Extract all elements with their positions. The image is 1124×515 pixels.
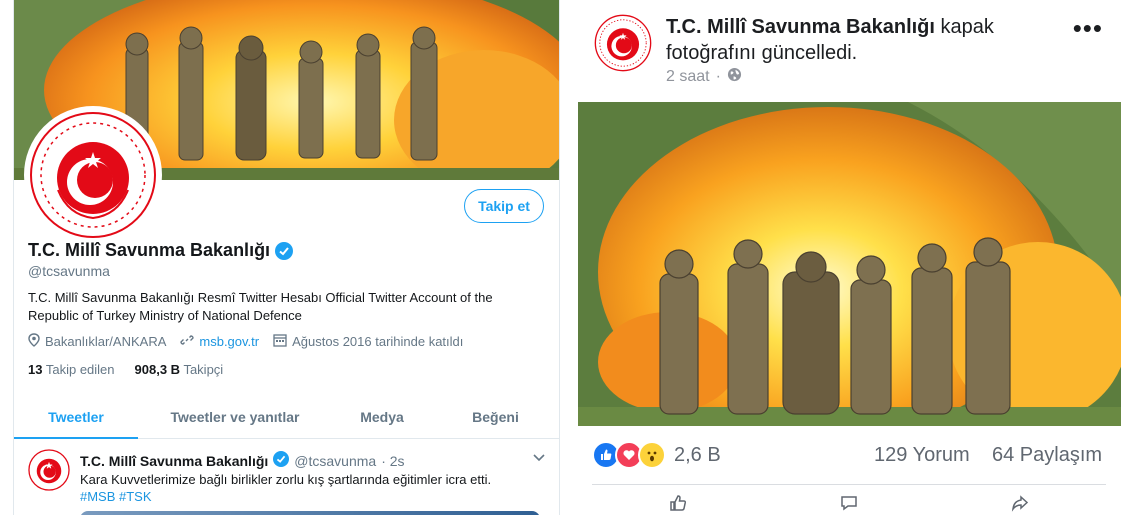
post-time[interactable]: 2 saat [666,68,710,86]
dot-separator: · [715,68,721,85]
post-actions-bar [592,493,1106,515]
comments-count[interactable]: 129 Yorum [874,444,970,467]
profile-name-text: T.C. Millî Savunma Bakanlığı [28,240,271,260]
followers-label: Takipçi [183,362,224,377]
tab-tweets-and-replies[interactable]: Tweetler ve yanıtlar [138,396,332,438]
post-page-name[interactable]: T.C. Millî Savunma Bakanlığı [666,16,935,38]
tweet-text-block: Kara Kuvvetlerimize bağlı birlikler zorl… [80,471,540,505]
fb-cover-photo[interactable] [578,102,1121,426]
location-pin-icon [28,333,40,350]
followers-stat[interactable]: 908,3 B Takipçi [135,362,224,377]
post-title: T.C. Millî Savunma Bakanlığı kapak fotoğ… [666,14,1026,66]
tweet-time[interactable]: · 2s [381,453,404,469]
profile-name: T.C. Millî Savunma Bakanlığı [28,240,294,261]
tweet-avatar[interactable] [28,449,70,491]
calendar-icon [273,333,287,350]
profile-stats: 13 Takip edilen 908,3 B Takipçi [28,362,223,377]
profile-location: Bakanlıklar/ANKARA [28,333,166,350]
shares-count[interactable]: 64 Paylaşım [992,444,1102,467]
post-header: T.C. Millî Savunma Bakanlığı kapak fotoğ… [578,0,1121,100]
profile-handle: @tcsavunma [28,263,110,279]
facebook-post-panel: T.C. Millî Savunma Bakanlığı kapak fotoğ… [578,0,1121,515]
followers-count: 908,3 B [134,362,181,377]
tab-media[interactable]: Medya [332,396,432,438]
tweet-header: T.C. Millî Savunma Bakanlığı @tcsavunma … [80,451,405,470]
tab-tweets[interactable]: Tweetler [14,396,138,439]
following-stat[interactable]: 13 Takip edilen [28,362,115,377]
joined-text: Ağustos 2016 tarihinde katıldı [292,334,464,349]
tweet-author-handle[interactable]: @tcsavunma [294,453,376,469]
follow-button[interactable]: Takip et [464,189,544,223]
reactions-count[interactable]: 2,6 B [674,444,721,467]
link-icon [180,333,195,350]
tweet-media-preview[interactable] [80,511,540,515]
following-count: 13 [28,362,43,377]
share-action-icon[interactable] [1010,493,1030,515]
profile-tabs: Tweetler Tweetler ve yanıtlar Medya Beğe… [14,396,559,439]
profile-website[interactable]: msb.gov.tr [180,333,259,350]
comment-action-icon[interactable] [839,493,859,515]
fb-page-avatar[interactable] [594,14,652,72]
more-dots-icon[interactable]: ••• [1073,15,1103,41]
profile-bio: T.C. Millî Savunma Bakanlığı Resmî Twitt… [28,290,493,323]
tweet-verified-badge-icon [273,451,290,470]
post-meta: 2 saat · [666,67,742,87]
tweet-text: Kara Kuvvetlerimize bağlı birlikler zorl… [80,472,492,487]
like-action-icon[interactable] [668,493,688,515]
verified-badge-icon [275,241,294,260]
following-label: Takip edilen [45,362,115,377]
tweet-item[interactable]: T.C. Millî Savunma Bakanlığı @tcsavunma … [14,439,559,515]
globe-icon [727,67,742,87]
tweet-hashtags[interactable]: #MSB #TSK [80,488,540,505]
location-text: Bakanlıklar/ANKARA [45,334,167,349]
profile-joined: Ağustos 2016 tarihinde katıldı [273,333,463,350]
reactions-summary[interactable]: 2,6 B [592,441,721,469]
chevron-down-icon[interactable] [533,449,545,465]
divider [592,484,1106,485]
wow-icon [638,441,666,469]
twitter-profile-panel: Takip et T.C. Millî Savunma Bakanlığı @t… [13,0,560,515]
profile-meta: Bakanlıklar/ANKARA msb.gov.tr Ağustos 20… [28,333,463,350]
twitter-avatar-seal[interactable] [24,106,162,244]
tab-likes[interactable]: Beğeni [432,396,559,438]
website-link[interactable]: msb.gov.tr [199,334,259,349]
tweet-author-name[interactable]: T.C. Millî Savunma Bakanlığı [80,453,268,469]
